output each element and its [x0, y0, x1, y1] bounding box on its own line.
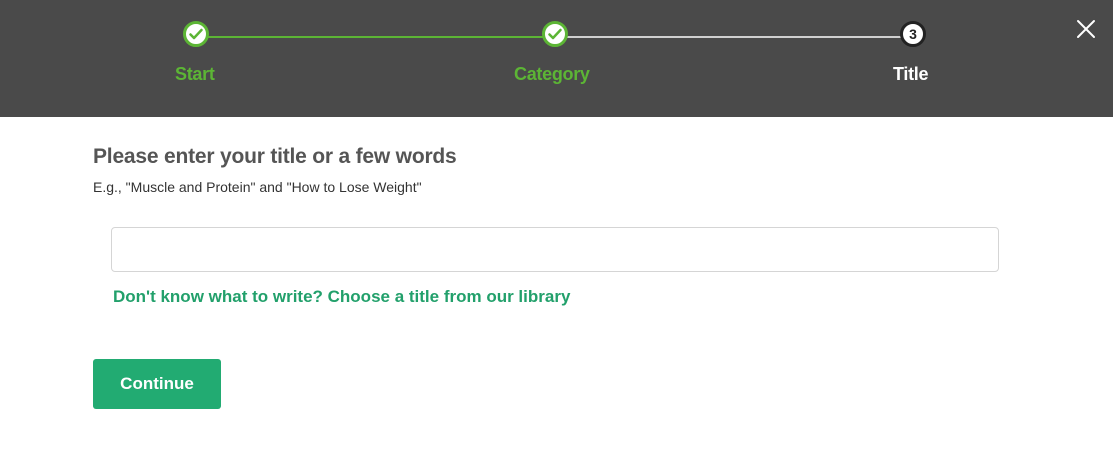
example-hint: E.g., "Muscle and Protein" and "How to L…	[93, 179, 422, 195]
step-number: 3	[909, 26, 917, 42]
step-title-indicator: 3	[900, 21, 926, 47]
step-label-category: Category	[514, 64, 590, 84]
step-category-indicator	[542, 21, 568, 47]
step-label-title: Title	[893, 64, 929, 84]
title-input[interactable]	[111, 227, 999, 272]
page-heading: Please enter your title or a few words	[93, 145, 457, 168]
continue-button[interactable]: Continue	[93, 359, 221, 409]
step-label-start: Start	[175, 64, 215, 84]
progress-line-complete	[196, 36, 555, 38]
check-icon	[548, 28, 562, 40]
step-start-indicator	[183, 21, 209, 47]
wizard-header: 3 Start Category Title	[0, 0, 1113, 117]
close-button[interactable]	[1073, 16, 1099, 42]
close-icon	[1077, 20, 1095, 38]
check-icon	[189, 28, 203, 40]
progress-line-remaining	[555, 36, 913, 38]
choose-title-library-link[interactable]: Don't know what to write? Choose a title…	[113, 287, 570, 307]
